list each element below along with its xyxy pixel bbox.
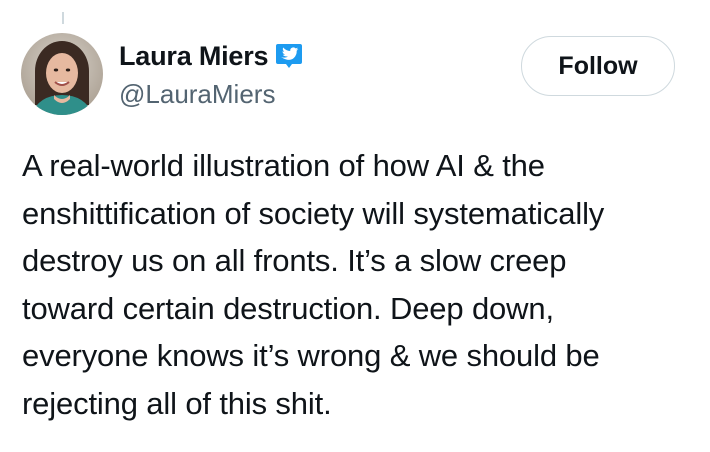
author-handle[interactable]: @LauraMiers [119, 79, 275, 110]
thread-connector-line [62, 12, 64, 24]
follow-button[interactable]: Follow [521, 36, 675, 96]
author-display-name[interactable]: Laura Miers [119, 41, 269, 72]
author-avatar[interactable] [21, 33, 103, 115]
avatar-photo-icon [21, 33, 103, 115]
verified-badge-icon [274, 41, 304, 71]
author-name-row: Laura Miers [119, 38, 304, 74]
tweet-body-text: A real-world illustration of how AI & th… [22, 148, 605, 421]
